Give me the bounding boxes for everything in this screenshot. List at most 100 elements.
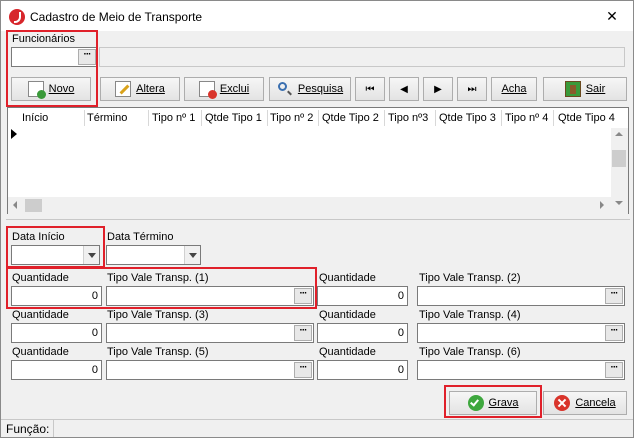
scroll-down-icon[interactable] — [615, 201, 623, 205]
exit-door-icon — [564, 81, 581, 97]
cancela-button[interactable]: Cancela — [543, 391, 627, 415]
next-record-icon: ▶ — [434, 83, 442, 95]
current-row-indicator-icon — [11, 129, 17, 139]
vt2-label: Tipo Vale Transp. (2) — [419, 272, 521, 284]
grid-header: Início Término Tipo nº 1 Qtde Tipo 1 Tip… — [8, 108, 628, 128]
vt1-label: Tipo Vale Transp. (1) — [107, 272, 209, 284]
quantidade-6-input[interactable] — [317, 360, 408, 380]
search-icon — [277, 81, 293, 97]
last-record-button[interactable]: ⏭ — [457, 77, 487, 101]
column-header[interactable]: Qtde Tipo 3 — [439, 112, 496, 124]
quantidade-1-input[interactable] — [11, 286, 102, 306]
quantidade-4-input[interactable] — [317, 323, 408, 343]
first-record-button[interactable]: ⏮ — [355, 77, 385, 101]
scroll-right-icon[interactable] — [600, 201, 604, 209]
edit-pencil-icon — [115, 81, 132, 97]
quantidade-1-field[interactable] — [12, 287, 101, 305]
altera-label: Altera — [136, 83, 165, 95]
title-bar: Cadastro de Meio de Transporte ✕ — [1, 1, 633, 31]
quantidade-4-label: Quantidade — [319, 309, 376, 321]
quantidade-3-label: Quantidade — [12, 309, 69, 321]
column-header[interactable]: Tipo nº 2 — [270, 112, 313, 124]
vt3-label: Tipo Vale Transp. (3) — [107, 309, 209, 321]
column-header[interactable]: Término — [87, 112, 127, 124]
quantidade-4-field[interactable] — [318, 324, 407, 342]
sair-button[interactable]: Sair — [543, 77, 627, 101]
quantidade-2-label: Quantidade — [319, 272, 376, 284]
quantidade-5-label: Quantidade — [12, 346, 69, 358]
grid-horizontal-scrollbar[interactable] — [8, 197, 628, 214]
data-inicio-label: Data Início — [12, 231, 65, 243]
close-window-button[interactable]: ✕ — [599, 6, 625, 26]
quantidade-6-label: Quantidade — [319, 346, 376, 358]
scroll-up-icon[interactable] — [615, 132, 623, 136]
previous-record-button[interactable]: ◀ — [389, 77, 419, 101]
quantidade-3-input[interactable] — [11, 323, 102, 343]
column-header[interactable]: Tipo nº3 — [388, 112, 428, 124]
vt4-input[interactable]: ··· — [417, 323, 625, 343]
column-header[interactable]: Qtde Tipo 2 — [322, 112, 379, 124]
quantidade-1-label: Quantidade — [12, 272, 69, 284]
grava-label: Grava — [488, 397, 519, 409]
funcao-label: Função: — [6, 422, 50, 436]
vertical-scroll-thumb[interactable] — [612, 150, 626, 167]
column-header[interactable]: Início — [22, 112, 48, 124]
column-header[interactable]: Tipo nº 1 — [152, 112, 195, 124]
vt4-lookup-button[interactable]: ··· — [605, 325, 623, 341]
vt2-lookup-button[interactable]: ··· — [605, 288, 623, 304]
column-header[interactable]: Qtde Tipo 4 — [558, 112, 615, 124]
status-bar: Função: — [1, 419, 633, 437]
vt5-lookup-button[interactable]: ··· — [294, 362, 312, 378]
vt6-input[interactable]: ··· — [417, 360, 625, 380]
funcionario-name-display — [99, 47, 625, 67]
quantidade-2-input[interactable] — [317, 286, 408, 306]
last-record-icon: ⏭ — [467, 83, 477, 95]
cancel-icon — [554, 395, 571, 411]
vt2-input[interactable]: ··· — [417, 286, 625, 306]
column-header[interactable]: Qtde Tipo 1 — [205, 112, 262, 124]
separator — [6, 219, 630, 220]
delete-document-icon — [198, 81, 217, 99]
quantidade-5-input[interactable] — [11, 360, 102, 380]
acha-button[interactable]: Acha — [491, 77, 537, 101]
sair-label: Sair — [585, 83, 606, 95]
acha-label: Acha — [501, 83, 527, 95]
quantidade-2-field[interactable] — [318, 287, 407, 305]
data-inicio-picker[interactable] — [11, 245, 100, 265]
first-record-icon: ⏮ — [365, 83, 375, 95]
vt3-lookup-button[interactable]: ··· — [294, 325, 312, 341]
next-record-button[interactable]: ▶ — [423, 77, 453, 101]
vt6-label: Tipo Vale Transp. (6) — [419, 346, 521, 358]
funcionarios-label: Funcionários — [12, 33, 75, 45]
quantidade-3-field[interactable] — [12, 324, 101, 342]
records-grid[interactable]: Início Término Tipo nº 1 Qtde Tipo 1 Tip… — [7, 107, 629, 214]
data-termino-label: Data Término — [107, 231, 174, 243]
altera-button[interactable]: Altera — [100, 77, 180, 101]
novo-label: Novo — [48, 83, 75, 95]
new-document-icon — [27, 81, 46, 99]
vt1-lookup-button[interactable]: ··· — [294, 288, 312, 304]
chevron-down-icon[interactable] — [83, 246, 99, 264]
grava-button[interactable]: Grava — [449, 391, 537, 415]
checkmark-icon — [467, 395, 484, 411]
pesquisa-label: Pesquisa — [297, 83, 344, 95]
grid-vertical-scrollbar[interactable] — [611, 128, 628, 198]
chevron-down-icon[interactable] — [184, 246, 200, 264]
exclui-label: Exclui — [219, 83, 250, 95]
exclui-button[interactable]: Exclui — [184, 77, 264, 101]
vt3-input[interactable]: ··· — [106, 323, 314, 343]
status-divider — [53, 420, 54, 437]
data-termino-picker[interactable] — [106, 245, 201, 265]
novo-button[interactable]: Novo — [11, 77, 91, 101]
pesquisa-button[interactable]: Pesquisa — [269, 77, 351, 101]
quantidade-6-field[interactable] — [318, 361, 407, 379]
vt5-label: Tipo Vale Transp. (5) — [107, 346, 209, 358]
vt5-input[interactable]: ··· — [106, 360, 314, 380]
quantidade-5-field[interactable] — [12, 361, 101, 379]
column-header[interactable]: Tipo nº 4 — [505, 112, 548, 124]
horizontal-scroll-thumb[interactable] — [25, 199, 42, 212]
funcionario-lookup-button[interactable]: ··· — [78, 49, 96, 65]
vt6-lookup-button[interactable]: ··· — [605, 362, 623, 378]
scroll-left-icon[interactable] — [13, 201, 17, 209]
vt1-input[interactable]: ··· — [106, 286, 314, 306]
